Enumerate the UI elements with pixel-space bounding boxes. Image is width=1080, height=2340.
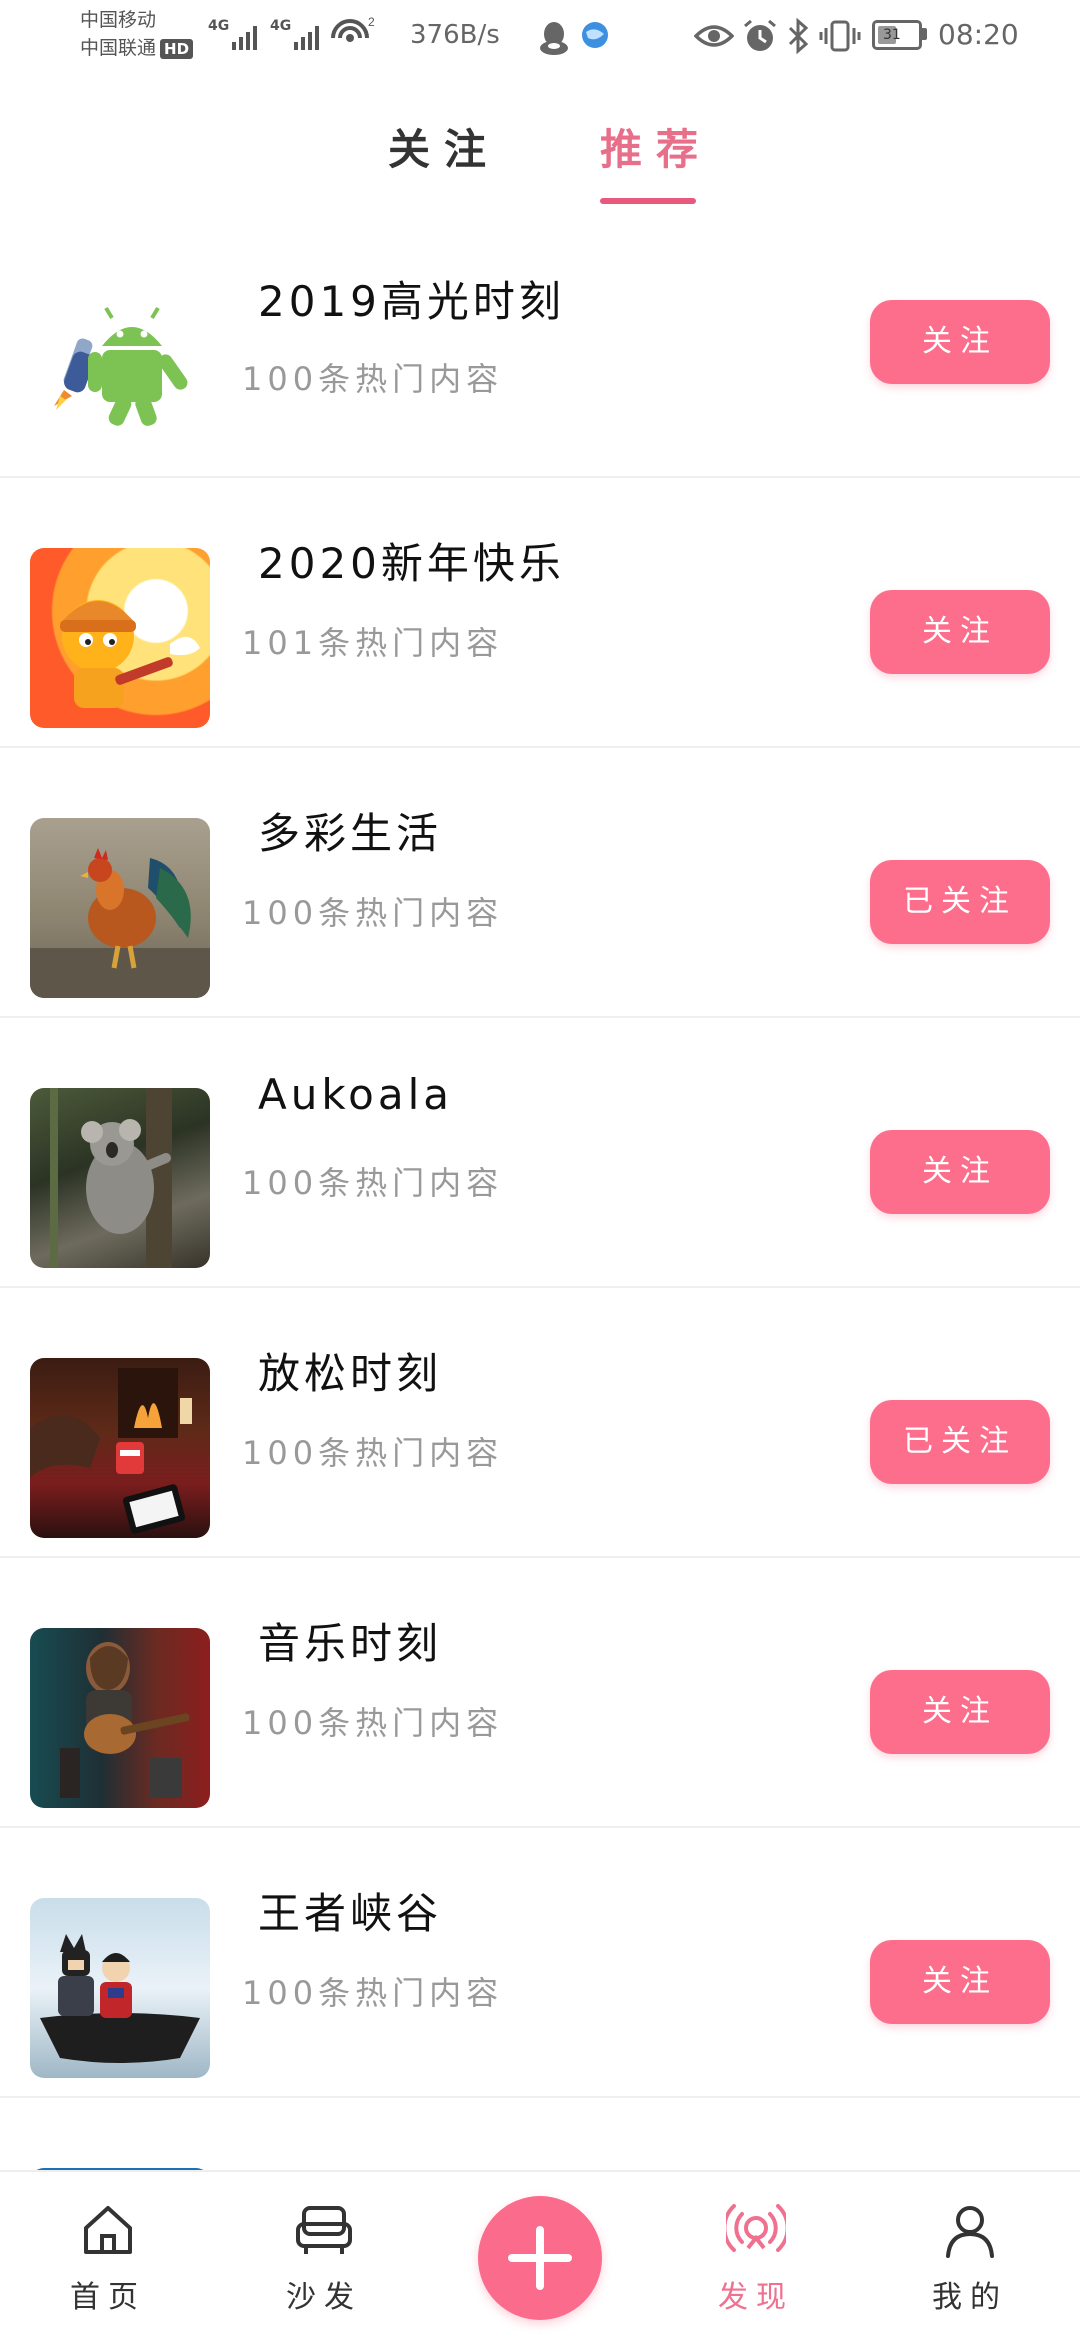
alarm-icon: [744, 19, 776, 51]
list-item[interactable]: 放松时刻 100条热门内容 已关注: [0, 1288, 1080, 1558]
follow-button[interactable]: 关注: [870, 300, 1050, 384]
topic-title: 2020新年快乐: [258, 539, 565, 588]
topic-title: Aukoala: [258, 1070, 454, 1119]
nav-home[interactable]: 首页: [38, 2172, 178, 2340]
screen: 中国移动 中国联通 HD 4G 4G 2 376B/s 31 08:20 关注 …: [0, 0, 1080, 2340]
topic-subtitle: 100条热门内容: [242, 894, 504, 932]
bluetooth-icon: [788, 18, 809, 54]
list-item[interactable]: 多彩生活 100条热门内容 已关注: [0, 748, 1080, 1018]
plus-icon: [508, 2226, 572, 2290]
home-icon: [84, 2206, 132, 2254]
topic-title: 多彩生活: [258, 809, 443, 858]
browser-icon: [582, 22, 608, 48]
battery-level: 31: [883, 27, 901, 43]
list-item[interactable]: Aukoala 100条热门内容 关注: [0, 1018, 1080, 1288]
broadcast-icon: [726, 2204, 786, 2252]
nav-discover[interactable]: 发现: [686, 2172, 826, 2340]
add-button[interactable]: [478, 2196, 602, 2320]
vibrate-icon: [819, 20, 861, 52]
nav-mine-label: 我的: [932, 2280, 1008, 2315]
follow-button[interactable]: 关注: [870, 1130, 1050, 1214]
nav-mine[interactable]: 我的: [900, 2172, 1040, 2340]
carrier-2: 中国联通: [80, 37, 157, 59]
signal-1-label: 4G: [208, 18, 230, 34]
list-item[interactable]: 王者峡谷 100条热门内容 关注: [0, 1828, 1080, 2098]
topic-title: 放松时刻: [258, 1349, 443, 1398]
list-item[interactable]: 2019高光时刻 100条热门内容 关注: [0, 230, 1080, 478]
wifi-badge: 2: [368, 15, 375, 29]
nav-home-label: 首页: [70, 2280, 146, 2315]
rooster-image: [30, 818, 210, 998]
tab-follow[interactable]: 关注: [388, 116, 500, 177]
battery-icon: 31: [872, 20, 922, 50]
user-icon: [946, 2206, 994, 2258]
nav-discover-label: 发现: [718, 2280, 794, 2315]
follow-button[interactable]: 已关注: [870, 860, 1050, 944]
follow-button[interactable]: 关注: [870, 590, 1050, 674]
list-item[interactable]: [0, 2098, 1080, 2170]
active-tab-indicator: [600, 198, 696, 204]
koala-image: [30, 1088, 210, 1268]
list-item[interactable]: 2020新年快乐 101条热门内容 关注: [0, 478, 1080, 748]
network-speed: 376B/s: [410, 20, 500, 50]
cartoon-firefighter-image: [30, 548, 210, 728]
signal-2-label: 4G: [270, 18, 292, 34]
topic-list[interactable]: 2019高光时刻 100条热门内容 关注 2020新年快乐 101条热门内容 关…: [0, 230, 1080, 2170]
wifi-hotspot-icon: 2: [331, 15, 375, 42]
eye-icon: [694, 25, 734, 47]
cozy-fireplace-image: [30, 1358, 210, 1538]
nav-sofa-label: 沙发: [286, 2280, 362, 2315]
carrier-1: 中国移动: [80, 9, 157, 31]
follow-button[interactable]: 关注: [870, 1670, 1050, 1754]
tab-recommend[interactable]: 推荐: [600, 116, 712, 177]
qq-icon: [540, 22, 568, 55]
follow-button[interactable]: 已关注: [870, 1400, 1050, 1484]
bottom-navigation: 首页 沙发 发现 我的: [0, 2170, 1080, 2340]
topic-title: 王者峡谷: [258, 1889, 443, 1938]
guitar-player-image: [30, 1628, 210, 1808]
topic-title: 2019高光时刻: [258, 277, 565, 326]
topic-subtitle: 100条热门内容: [242, 1434, 504, 1472]
status-bar: 中国移动 中国联通 HD 4G 4G 2 376B/s 31 08:20: [0, 0, 1080, 80]
topic-subtitle: 100条热门内容: [242, 1704, 504, 1742]
signal-1-icon: 4G: [208, 18, 258, 50]
signal-2-icon: 4G: [270, 18, 320, 50]
topic-title: 音乐时刻: [258, 1619, 443, 1668]
hd-badge: HD: [160, 38, 194, 59]
android-rocket-icon: [30, 278, 210, 458]
list-item[interactable]: 音乐时刻 100条热门内容 关注: [0, 1558, 1080, 1828]
top-tabs: 关注 推荐: [0, 100, 1080, 210]
follow-button[interactable]: 关注: [870, 1940, 1050, 2024]
topic-subtitle: 100条热门内容: [242, 360, 504, 398]
topic-subtitle: 100条热门内容: [242, 1974, 504, 2012]
toy-figures-boat-image: [30, 1898, 210, 2078]
nav-sofa[interactable]: 沙发: [254, 2172, 394, 2340]
status-time: 08:20: [938, 18, 1019, 51]
topic-subtitle: 101条热门内容: [242, 624, 504, 662]
battery-tip: [922, 28, 927, 40]
topic-subtitle: 100条热门内容: [242, 1164, 504, 1202]
carrier-info: 中国移动 中国联通 HD: [80, 6, 194, 62]
sofa-icon: [296, 2206, 352, 2254]
